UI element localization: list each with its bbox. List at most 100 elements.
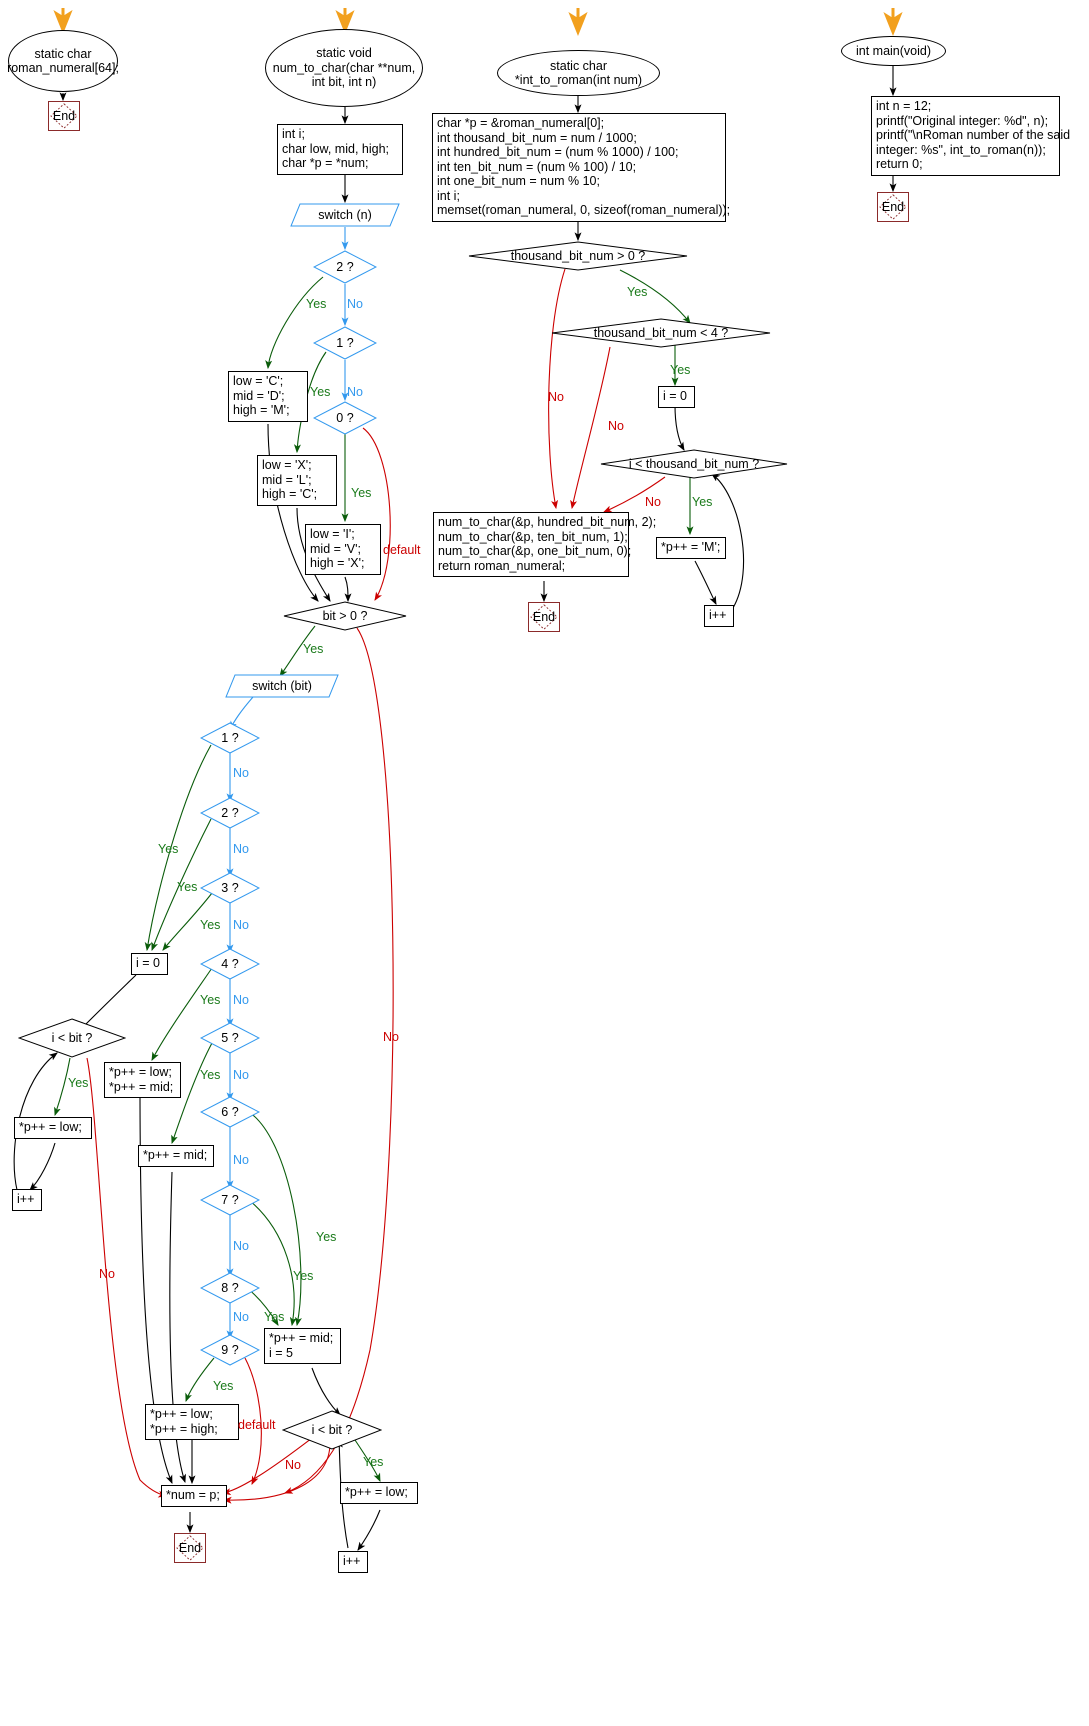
decision-bit-gt-0-label: bit > 0 ? <box>322 608 368 623</box>
process-num-eq-p: *num = p; <box>161 1485 227 1507</box>
process-p-mid: *p++ = mid; <box>138 1145 214 1167</box>
decision-thousand-lt-4-label: thousand_bit_num < 4 ? <box>593 325 729 340</box>
process-p-eq-M: *p++ = 'M'; <box>656 537 726 559</box>
case-bit-4: 4 ? <box>200 948 260 980</box>
decision-bit-gt-0: bit > 0 ? <box>283 601 407 631</box>
case-bit-4-label: 4 ? <box>221 956 239 971</box>
edge-label-b1-yes: Yes <box>158 842 179 856</box>
decision-thousand-lt-4: thousand_bit_num < 4 ? <box>551 318 771 348</box>
edge-label-b4-yes: Yes <box>200 993 221 1007</box>
case-bit-3: 3 ? <box>200 872 260 904</box>
terminator-num-to-char: static void num_to_char(char **num, int … <box>265 29 423 107</box>
process-i-eq-0-right: i = 0 <box>658 386 695 408</box>
process-tail-calls: num_to_char(&p, hundred_bit_num, 2); num… <box>433 512 656 577</box>
edge-label-b5-no: No <box>233 1068 249 1082</box>
decision-i-lt-bit-left-label: i < bit ? <box>51 1030 93 1045</box>
end-label: End <box>178 1540 202 1555</box>
edge-label-b4-no: No <box>233 993 249 1007</box>
edge-label-b8-no: No <box>233 1310 249 1324</box>
terminator-roman-numeral: static char roman_numeral[64]; <box>7 30 119 92</box>
case-n-0: 0 ? <box>313 401 377 435</box>
flowchart-canvas: static char roman_numeral[64]; End stati… <box>0 0 1089 1726</box>
switch-bit: switch (bit) <box>225 674 339 698</box>
case-bit-1: 1 ? <box>200 722 260 754</box>
process-p-low-mid: *p++ = low; *p++ = mid; <box>104 1062 181 1098</box>
case-n-2-label: 2 ? <box>336 259 354 274</box>
edge-label-n2-no: No <box>347 297 363 311</box>
case-bit-1-label: 1 ? <box>221 730 239 745</box>
case-n-1: 1 ? <box>313 326 377 360</box>
edge-label-b8-yes: Yes <box>264 1310 285 1324</box>
process-set-xlc: low = 'X'; mid = 'L'; high = 'C'; <box>257 455 337 506</box>
edge-label-b1-no: No <box>233 766 249 780</box>
edge-label-bit-yes: Yes <box>303 642 324 656</box>
switch-bit-label: switch (bit) <box>252 678 312 693</box>
decision-thousand-gt-0: thousand_bit_num > 0 ? <box>468 241 688 271</box>
end-node-main: End <box>877 192 909 222</box>
edge-label-b6-no: No <box>233 1153 249 1167</box>
process-p-low-right: *p++ = low; <box>340 1482 418 1504</box>
edge-label-i-lt-thousand-no: No <box>645 495 661 509</box>
edge-label-b3-yes: Yes <box>200 918 221 932</box>
switch-n-label: switch (n) <box>318 207 372 222</box>
edge-label-b6-yes: Yes <box>316 1230 337 1244</box>
case-bit-5-label: 5 ? <box>221 1030 239 1045</box>
case-bit-2-label: 2 ? <box>221 805 239 820</box>
process-p-mid-i5: *p++ = mid; i = 5 <box>264 1328 341 1364</box>
edge-label-right-loop-yes: Yes <box>363 1455 384 1469</box>
decision-i-lt-thousand-label: i < thousand_bit_num ? <box>628 456 760 471</box>
edge-label-n1-no: No <box>347 385 363 399</box>
decision-thousand-gt-0-label: thousand_bit_num > 0 ? <box>510 248 646 263</box>
terminator-main: int main(void) <box>841 36 946 66</box>
edge-label-thousand-gt0-no: No <box>548 390 564 404</box>
process-int-to-roman-decl: char *p = &roman_numeral[0]; int thousan… <box>432 113 730 222</box>
case-bit-9-label: 9 ? <box>221 1342 239 1357</box>
process-main-body: int n = 12; printf("Original integer: %d… <box>871 96 1070 176</box>
edge-label-b7-no: No <box>233 1239 249 1253</box>
case-bit-7: 7 ? <box>200 1184 260 1216</box>
edge-label-b-default: default <box>238 1418 276 1432</box>
edge-label-b3-no: No <box>233 918 249 932</box>
edge-label-left-loop-yes: Yes <box>68 1076 89 1090</box>
case-bit-3-label: 3 ? <box>221 880 239 895</box>
case-bit-6-label: 6 ? <box>221 1104 239 1119</box>
edge-label-left-loop-no: No <box>99 1267 115 1281</box>
decision-i-lt-thousand: i < thousand_bit_num ? <box>600 449 788 479</box>
edge-label-thousand-gt0-yes: Yes <box>627 285 648 299</box>
decision-i-lt-bit-left: i < bit ? <box>18 1018 126 1058</box>
process-i-eq-0-left: i = 0 <box>131 953 168 975</box>
process-set-ivx: low = 'I'; mid = 'V'; high = 'X'; <box>305 524 381 575</box>
case-bit-2: 2 ? <box>200 797 260 829</box>
case-bit-9: 9 ? <box>200 1334 260 1366</box>
process-ipp-right: i++ <box>338 1551 368 1573</box>
process-num-to-char-decl: int i; char low, mid, high; char *p = *n… <box>277 124 403 175</box>
case-bit-8-label: 8 ? <box>221 1280 239 1295</box>
edge-label-bit-no: No <box>383 1030 399 1044</box>
end-label: End <box>881 199 905 214</box>
process-set-cdm: low = 'C'; mid = 'D'; high = 'M'; <box>228 371 308 422</box>
process-p-low-left: *p++ = low; <box>14 1117 92 1139</box>
switch-n: switch (n) <box>290 203 400 227</box>
edge-label-n2-yes: Yes <box>306 297 327 311</box>
edge-label-i-lt-thousand-yes: Yes <box>692 495 713 509</box>
edge-label-n-default: default <box>383 543 421 557</box>
edge-label-b5-yes: Yes <box>200 1068 221 1082</box>
edge-label-right-loop-no: No <box>285 1458 301 1472</box>
decision-i-lt-bit-right-label: i < bit ? <box>311 1422 353 1437</box>
case-n-0-label: 0 ? <box>336 410 354 425</box>
case-n-2: 2 ? <box>313 250 377 284</box>
end-node-roman-numeral: End <box>48 101 80 131</box>
process-p-low-high: *p++ = low; *p++ = high; <box>145 1404 239 1440</box>
edge-label-b7-yes: Yes <box>293 1269 314 1283</box>
case-bit-5: 5 ? <box>200 1022 260 1054</box>
process-ipp-left: i++ <box>12 1189 42 1211</box>
case-bit-8: 8 ? <box>200 1272 260 1304</box>
end-node-int-to-roman: End <box>528 602 560 632</box>
terminator-int-to-roman: static char *int_to_roman(int num) <box>497 50 660 96</box>
end-label: End <box>532 609 556 624</box>
edge-label-n1-yes: Yes <box>310 385 331 399</box>
case-bit-7-label: 7 ? <box>221 1192 239 1207</box>
case-bit-6: 6 ? <box>200 1096 260 1128</box>
end-node-num-to-char: End <box>174 1533 206 1563</box>
edge-label-b2-no: No <box>233 842 249 856</box>
